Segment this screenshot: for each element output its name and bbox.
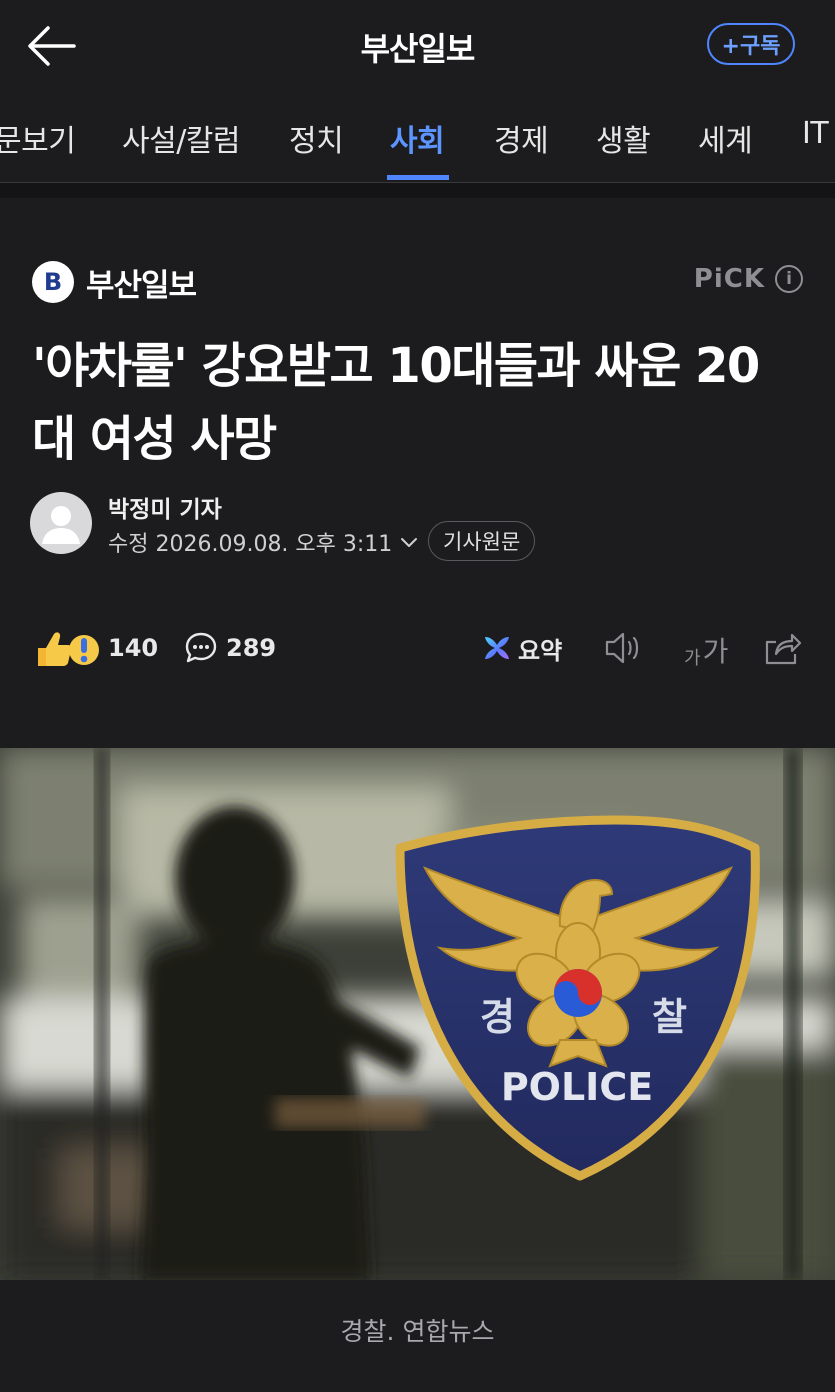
font-size-large: 가	[702, 635, 729, 668]
tab-economy[interactable]: 경제	[494, 116, 549, 160]
top-bar: 부산일보 +구독	[0, 0, 835, 92]
tab-editorial[interactable]: 사설/칼럼	[122, 116, 241, 160]
pick-label: PiCK	[693, 264, 765, 294]
section-divider	[0, 183, 835, 198]
reaction-button[interactable]: 140	[34, 626, 158, 670]
police-photo: 경 찰 POLICE	[0, 748, 835, 1280]
pick-badge: PiCK i	[694, 264, 803, 294]
info-icon[interactable]: i	[775, 265, 803, 293]
share-icon	[765, 633, 802, 665]
font-size-button[interactable]: 가 가	[684, 630, 728, 670]
category-tabs: 문보기 사설/칼럼 정치 사회 경제 생활 세계 IT	[0, 92, 835, 183]
tab-politics[interactable]: 정치	[289, 116, 344, 160]
font-size-small: 가	[684, 648, 701, 669]
publisher-logo: B	[32, 261, 74, 303]
article-headline: '야차룰' 강요받고 10대들과 싸운 20대 여성 사망	[32, 338, 760, 467]
reactions-count: 140	[108, 634, 159, 662]
article-photo[interactable]: 경 찰 POLICE	[0, 748, 835, 1280]
tab-news-view[interactable]: 문보기	[0, 116, 76, 160]
tab-world[interactable]: 세계	[698, 116, 753, 160]
original-article-button[interactable]: 기사원문	[428, 521, 536, 561]
emblem-right-char: 찰	[652, 995, 687, 1039]
date-row: 수정 2026.09.08. 오후 3:11	[108, 526, 420, 558]
summary-button[interactable]: 요약	[482, 626, 562, 670]
comment-icon	[185, 632, 217, 663]
photo-caption: 경찰. 연합뉴스	[340, 1317, 495, 1346]
tab-it[interactable]: IT	[802, 116, 829, 151]
active-tab-indicator	[387, 175, 449, 180]
emblem-left-char: 경	[480, 995, 515, 1039]
avatar[interactable]	[30, 492, 92, 554]
speaker-icon	[605, 632, 639, 664]
publisher-row[interactable]: B 부산일보	[32, 260, 197, 304]
ai-summary-icon	[485, 637, 509, 659]
avatar-icon	[42, 506, 80, 544]
tab-society[interactable]: 사회	[390, 116, 445, 160]
chevron-down-icon[interactable]	[398, 531, 420, 553]
reaction-emoji-icon	[38, 632, 99, 666]
publisher-name: 부산일보	[86, 267, 197, 304]
comments-button[interactable]: 289	[183, 626, 276, 670]
reporter-name[interactable]: 박정미 기자	[108, 490, 222, 524]
tts-button[interactable]	[604, 626, 644, 670]
share-button[interactable]	[762, 626, 802, 670]
subscribe-button[interactable]: +구독	[707, 23, 795, 65]
tab-life[interactable]: 생활	[596, 116, 651, 160]
comments-count: 289	[226, 634, 277, 662]
emblem-text: POLICE	[501, 1065, 653, 1109]
summary-label: 요약	[518, 636, 563, 665]
article-date: 수정 2026.09.08. 오후 3:11	[108, 532, 393, 557]
